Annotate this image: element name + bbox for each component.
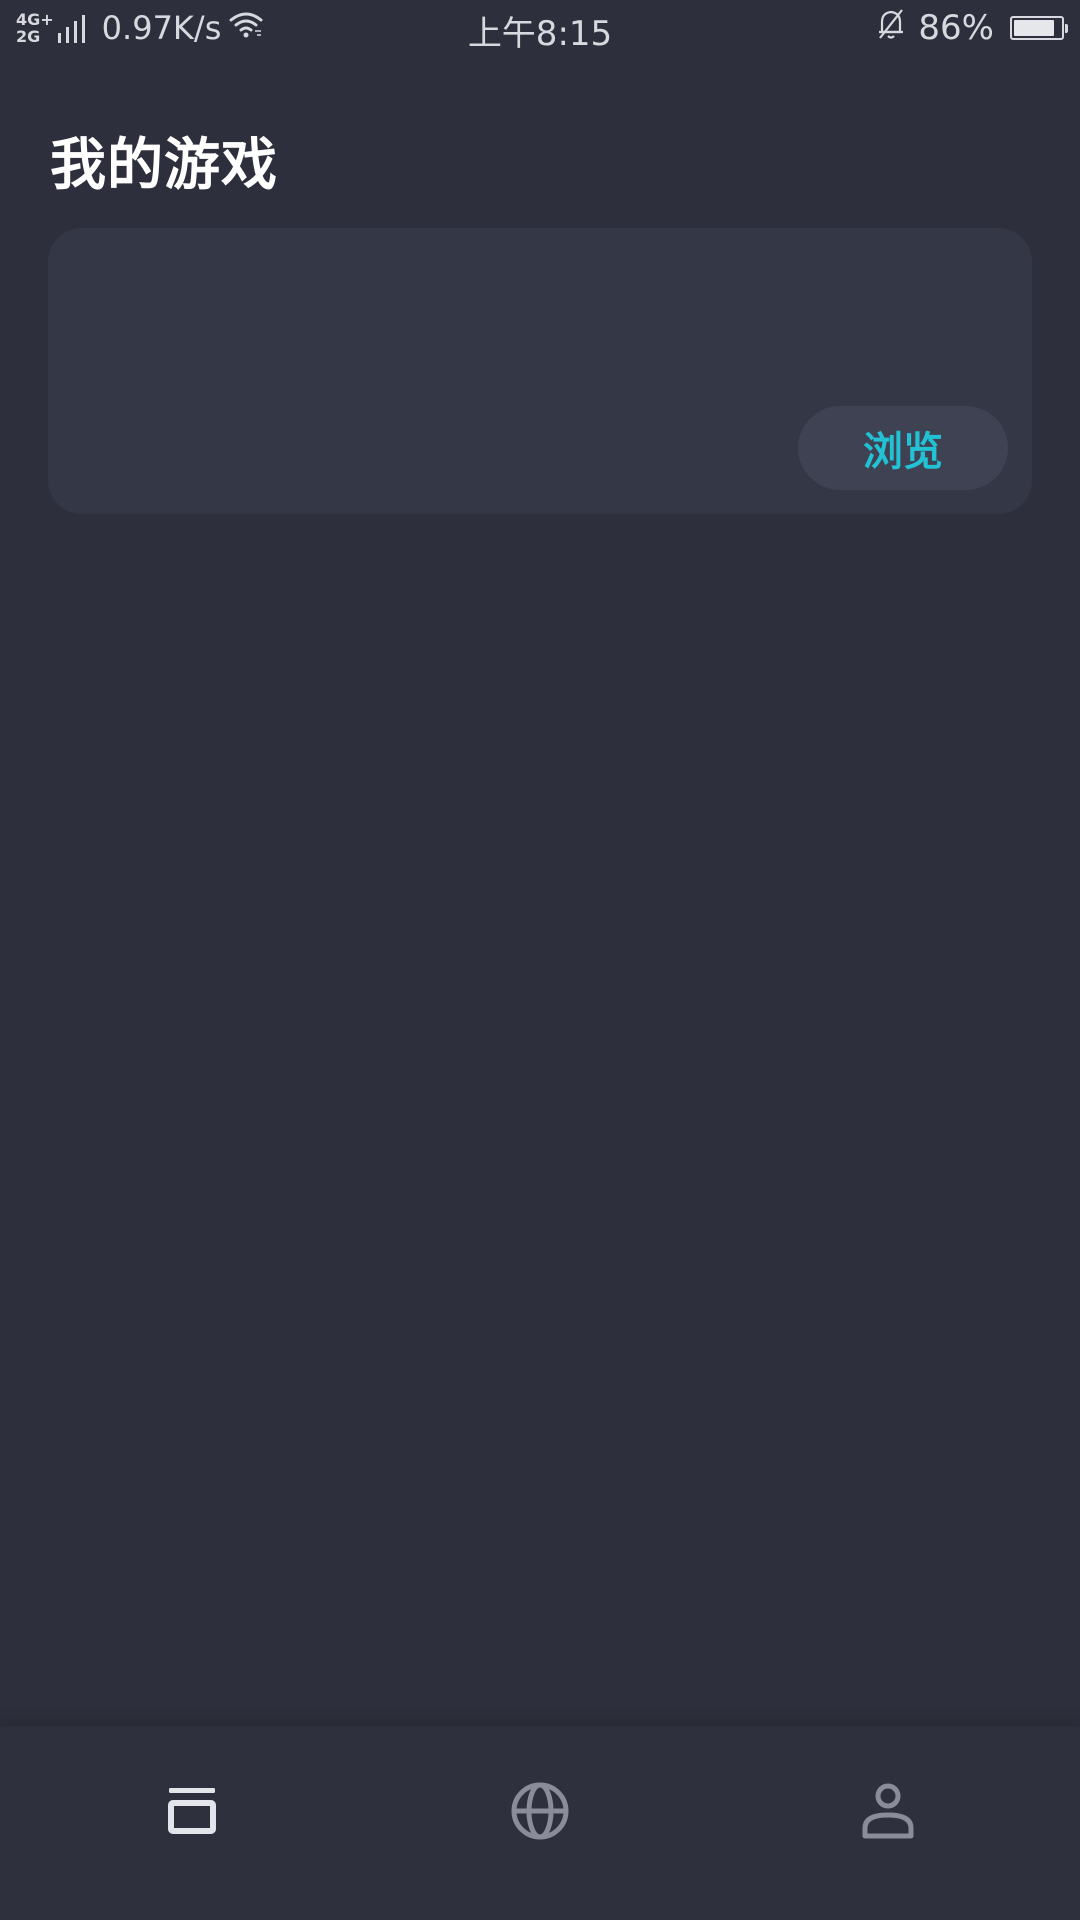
screen: 4G+ 2G 0.97K/s 上午8:15 86% 我的游戏 浏览	[0, 0, 1080, 1920]
battery-percent: 86%	[918, 8, 994, 48]
battery-fill	[1014, 20, 1054, 36]
nav-item-explore[interactable]	[480, 1756, 600, 1866]
status-bar: 4G+ 2G 0.97K/s 上午8:15 86%	[0, 0, 1080, 56]
status-right: 86%	[876, 8, 1068, 49]
battery-icon	[1010, 16, 1068, 40]
browse-button[interactable]: 浏览	[798, 406, 1008, 490]
bottom-nav	[0, 1726, 1080, 1920]
page-title: 我的游戏	[50, 133, 278, 198]
nav-item-library[interactable]	[132, 1756, 252, 1866]
globe-icon	[510, 1781, 570, 1841]
my-games-card: 浏览	[48, 228, 1032, 514]
bell-off-icon	[876, 8, 906, 49]
profile-icon	[860, 1782, 916, 1840]
nav-item-profile[interactable]	[828, 1756, 948, 1866]
library-icon	[166, 1785, 218, 1837]
